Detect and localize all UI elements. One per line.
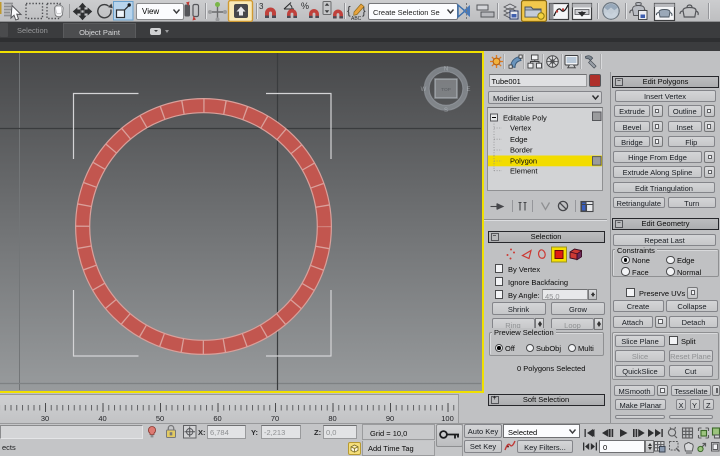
svg-text:50: 50 (156, 414, 164, 423)
svg-text:Vertex: Vertex (510, 123, 532, 132)
svg-text:N: N (444, 67, 448, 73)
svg-text:70: 70 (271, 414, 279, 423)
svg-text:%: % (301, 1, 309, 11)
svg-text:80: 80 (328, 414, 336, 423)
svg-text:60: 60 (213, 414, 221, 423)
svg-text:Element: Element (510, 166, 538, 175)
svg-text:E: E (466, 87, 470, 93)
svg-text:40: 40 (98, 414, 106, 423)
svg-text:Polygon: Polygon (510, 156, 537, 165)
svg-text:Border: Border (510, 145, 533, 154)
svg-text:W: W (421, 87, 427, 93)
svg-text:3: 3 (259, 2, 264, 11)
svg-text:Editable Poly: Editable Poly (503, 113, 547, 122)
svg-text:S: S (444, 108, 448, 114)
svg-text:100: 100 (441, 414, 454, 423)
svg-text:30: 30 (41, 414, 49, 423)
svg-text:TOP: TOP (441, 87, 451, 93)
svg-text:90: 90 (386, 414, 394, 423)
svg-text:Edge: Edge (510, 134, 528, 143)
